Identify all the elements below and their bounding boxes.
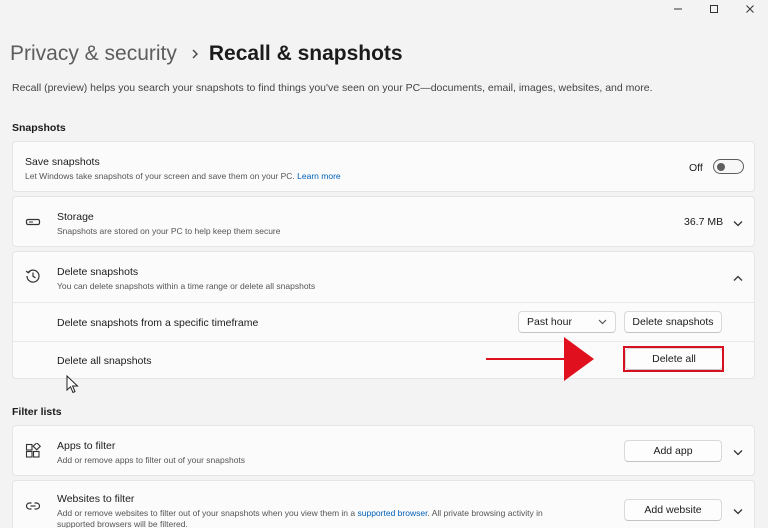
divider [13,302,754,303]
add-app-button[interactable]: Add app [624,440,722,462]
websites-filter-subtitle-line-2: supported browsers will be filtered. [57,519,188,528]
highlight-box [623,346,724,372]
minimize-icon[interactable] [660,0,696,18]
chevron-down-icon[interactable] [732,446,744,458]
websites-filter-card[interactable]: Websites to filter Add or remove website… [12,480,755,528]
learn-more-link[interactable]: Learn more [297,171,340,181]
toggle-knob [717,162,725,171]
supported-browser-link[interactable]: supported browser [358,508,428,518]
breadcrumb-parent[interactable]: Privacy & security [10,42,177,66]
section-label-filter-lists: Filter lists [12,406,62,418]
delete-all-label: Delete all snapshots [57,355,152,367]
chevron-down-icon [598,316,607,328]
websites-filter-subtitle-line-1: Add or remove websites to filter out of … [57,508,543,518]
storage-value: 36.7 MB [684,216,724,228]
mouse-cursor-icon [66,375,79,394]
window-controls [660,0,768,18]
storage-subtitle: Snapshots are stored on your PC to help … [57,226,281,236]
link-icon [25,498,41,514]
section-label-snapshots: Snapshots [12,122,66,134]
apps-filter-title: Apps to filter [57,440,116,452]
chevron-down-icon[interactable] [732,217,744,229]
apps-icon [25,443,41,459]
save-snapshots-subtitle: Let Windows take snapshots of your scree… [25,171,341,181]
save-snapshots-toggle-label: Off [689,162,703,174]
chevron-down-icon[interactable] [732,505,744,517]
save-snapshots-subtitle-text: Let Windows take snapshots of your scree… [25,171,295,181]
save-snapshots-card: Save snapshots Let Windows take snapshot… [12,141,755,192]
websites-filter-subtitle-text: Add or remove websites to filter out of … [57,508,356,518]
page-description: Recall (preview) helps you search your s… [12,82,653,94]
history-icon [25,268,41,284]
storage-drive-icon [25,214,41,230]
timeframe-label: Delete snapshots from a specific timefra… [57,317,259,329]
divider [13,341,754,342]
chevron-right-icon [191,48,199,60]
websites-filter-title: Websites to filter [57,493,135,505]
apps-filter-card[interactable]: Apps to filter Add or remove apps to fil… [12,425,755,476]
breadcrumb: Privacy & security Recall & snapshots [10,40,403,68]
page-title: Recall & snapshots [208,42,403,65]
timeframe-select-value: Past hour [527,316,572,328]
chevron-up-icon[interactable] [732,272,744,284]
websites-filter-subtitle-text-2: . All private browsing activity in [427,508,543,518]
close-icon[interactable] [732,0,768,18]
storage-card[interactable]: Storage Snapshots are stored on your PC … [12,196,755,247]
delete-snapshots-button[interactable]: Delete snapshots [624,311,722,333]
delete-snapshots-subtitle: You can delete snapshots within a time r… [57,281,316,291]
save-snapshots-title: Save snapshots [25,156,100,168]
apps-filter-subtitle: Add or remove apps to filter out of your… [57,455,246,465]
arrow-icon [486,337,594,381]
add-website-button[interactable]: Add website [624,499,722,521]
maximize-icon[interactable] [696,0,732,18]
timeframe-select[interactable]: Past hour [518,311,616,333]
delete-snapshots-title: Delete snapshots [57,266,139,278]
save-snapshots-toggle[interactable] [713,159,744,174]
storage-title: Storage [57,211,94,223]
